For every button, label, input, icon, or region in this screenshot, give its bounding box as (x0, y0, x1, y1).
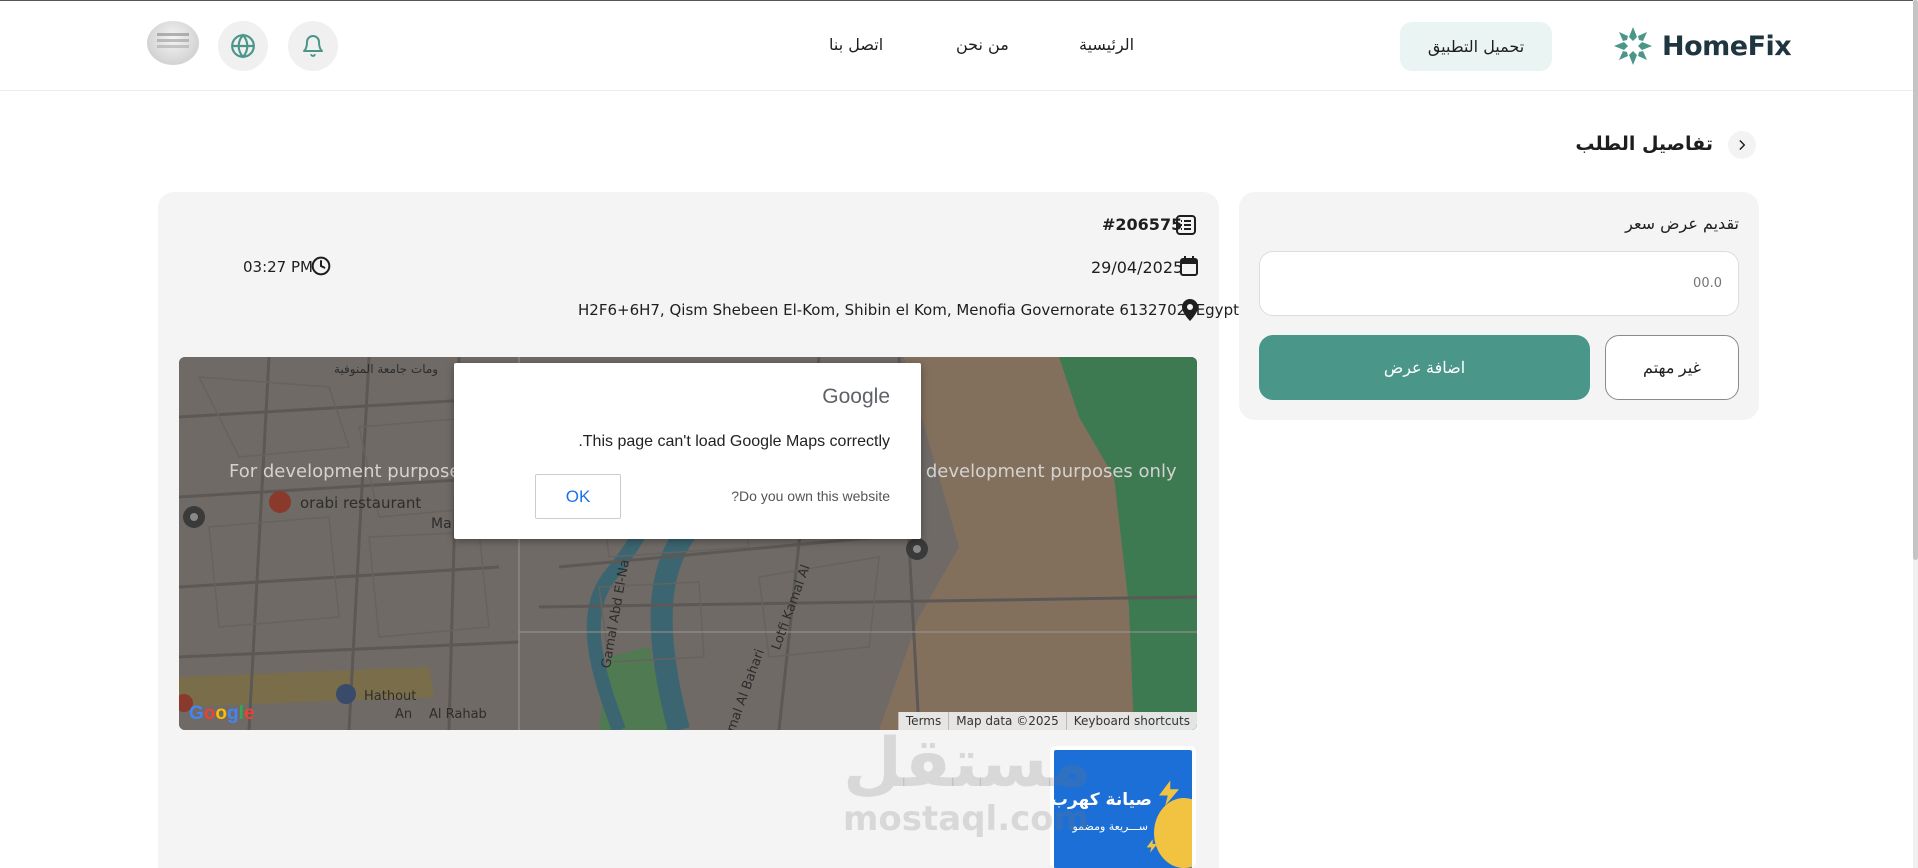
order-date: 29/04/2025 (1091, 258, 1184, 277)
order-time: 03:27 PM (243, 258, 313, 276)
price-offer-card: تقديم عرض سعر اضافة عرض غير مهتم (1239, 192, 1759, 420)
location-pin-icon (1182, 299, 1198, 321)
lightning-icon (1159, 780, 1179, 806)
page-scrollbar[interactable] (1913, 0, 1918, 868)
chevron-right-icon (1739, 140, 1746, 150)
order-address: H2F6+6H7, Qism Shebeen El-Kom, Shibin el… (578, 301, 1239, 319)
homefix-logo-icon (1614, 27, 1652, 65)
order-id: #206575 (1102, 215, 1183, 234)
attachment-thumbnail[interactable]: صيانة كهرب ســـريعة ومضمو (1050, 746, 1196, 868)
logo-text: HomeFix (1662, 30, 1792, 62)
dialog-google-brand: Google (822, 385, 890, 408)
map-label: An (395, 707, 413, 722)
not-interested-button[interactable]: غير مهتم (1605, 335, 1739, 400)
dialog-message: This page can't load Google Maps correct… (578, 433, 890, 450)
calendar-icon (1180, 256, 1198, 276)
nav-home[interactable]: الرئيسية (1079, 35, 1134, 54)
bell-icon (303, 35, 323, 57)
map-data-attribution: Map data ©2025 (948, 712, 1066, 730)
map-label: orabi restaurant (300, 494, 422, 512)
keyboard-shortcuts-link[interactable]: Keyboard shortcuts (1065, 712, 1197, 730)
scrollbar-thumb[interactable] (1913, 0, 1918, 560)
offer-title: تقديم عرض سعر (1625, 214, 1739, 233)
map-label: Hathout (364, 689, 417, 704)
nav-about[interactable]: من نحن (956, 35, 1009, 54)
download-app-button[interactable]: تحميل التطبيق (1400, 22, 1552, 71)
top-header: HomeFix تحميل التطبيق الرئيسية من نحن ات… (0, 0, 1918, 91)
add-offer-button[interactable]: اضافة عرض (1259, 335, 1590, 400)
map-footer: Terms Map data ©2025 Keyboard shortcuts (897, 712, 1197, 730)
map-label: ومات جامعة المنوفية (334, 362, 439, 376)
thumbnail-title: صيانة كهرب (1054, 790, 1152, 810)
language-button[interactable] (218, 21, 268, 71)
notifications-button[interactable] (288, 21, 338, 71)
list-icon (1176, 215, 1196, 235)
thumbnail-subtitle: ســـريعة ومضمو (1072, 820, 1148, 833)
map-label: Al Rahab (429, 707, 487, 722)
user-avatar[interactable] (147, 21, 199, 65)
thumbnail-image: صيانة كهرب ســـريعة ومضمو (1054, 750, 1192, 868)
globe-icon (231, 33, 255, 59)
nav-contact[interactable]: اتصل بنا (829, 35, 883, 54)
clock-icon (311, 256, 331, 276)
map-terms-link[interactable]: Terms (897, 712, 948, 730)
dialog-question-link[interactable]: Do you own this website? (731, 488, 890, 504)
map-label: Ma (431, 516, 452, 532)
lightning-icon (1146, 839, 1158, 853)
thumbnail-decoration (1154, 798, 1192, 868)
back-button[interactable] (1728, 131, 1756, 159)
maps-error-dialog: Google This page can't load Google Maps … (454, 363, 921, 539)
homefix-logo[interactable]: HomeFix (1610, 23, 1792, 69)
price-input[interactable] (1259, 251, 1739, 316)
dialog-ok-button[interactable]: OK (535, 474, 621, 519)
page-title: تفاصيل الطلب (1575, 133, 1713, 155)
google-maps-logo: Google (189, 703, 255, 724)
dev-watermark-right: For development purposes only (892, 461, 1177, 482)
location-map[interactable]: For development purposes only For develo… (179, 357, 1197, 730)
